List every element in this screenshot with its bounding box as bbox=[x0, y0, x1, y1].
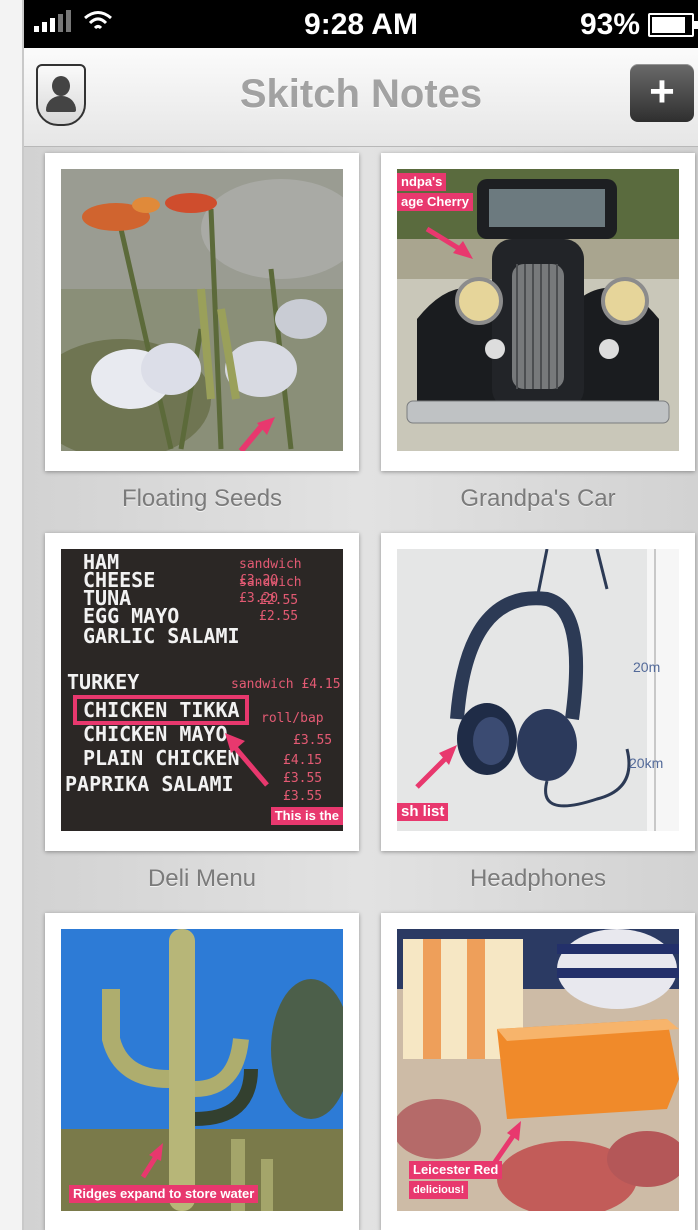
scale-label: 20m bbox=[633, 659, 661, 675]
headphones-photo bbox=[397, 549, 679, 831]
note-thumbnail: HAM CHEESE TUNA EGG MAYO GARLIC SALAMI T… bbox=[61, 549, 343, 831]
annotation-label: ndpa's bbox=[397, 173, 447, 191]
status-bar: 9:28 AM 93% bbox=[24, 0, 698, 48]
note-card-grandpas-car[interactable]: ndpa's age Cherry bbox=[381, 153, 695, 471]
navigation-bar: Skitch Notes + bbox=[24, 48, 698, 147]
menu-markup bbox=[73, 695, 269, 787]
cactus-photo bbox=[61, 929, 343, 1211]
note-caption: Deli Menu bbox=[147, 865, 257, 892]
background-window-edge bbox=[0, 0, 24, 1230]
flowers-photo bbox=[61, 169, 343, 451]
battery-icon bbox=[648, 13, 698, 37]
note-caption: Floating Seeds bbox=[121, 485, 283, 512]
car-photo bbox=[397, 169, 679, 451]
note-thumbnail: 20m 20km sh list bbox=[397, 549, 679, 831]
skitch-notes-screen: 9:28 AM 93% Skitch Notes + ndpa's age Ch… bbox=[24, 0, 698, 1230]
note-card-deli-menu[interactable]: HAM CHEESE TUNA EGG MAYO GARLIC SALAMI T… bbox=[45, 533, 359, 851]
note-card-cactus[interactable]: Ridges expand to store water bbox=[45, 913, 359, 1230]
note-caption: Grandpa's Car bbox=[460, 485, 616, 512]
note-thumbnail: ndpa's age Cherry bbox=[397, 169, 679, 451]
page-title: Skitch Notes bbox=[239, 72, 483, 116]
annotation-label: delicious! bbox=[409, 1181, 469, 1199]
annotation-label: Ridges expand to store water bbox=[69, 1185, 259, 1203]
note-card-floating-seeds[interactable] bbox=[45, 153, 359, 471]
note-card-cheese[interactable]: Leicester Red delicious! bbox=[381, 913, 695, 1230]
scale-label: 20km bbox=[629, 755, 664, 771]
annotation-label: Leicester Red bbox=[409, 1161, 503, 1179]
note-thumbnail: Ridges expand to store water bbox=[61, 929, 343, 1211]
note-thumbnail bbox=[61, 169, 343, 451]
battery-percent: 93% bbox=[579, 8, 640, 41]
status-right: 93% bbox=[579, 8, 698, 42]
annotation-label: age Cherry bbox=[397, 193, 473, 211]
add-note-button[interactable]: + bbox=[630, 64, 694, 122]
note-thumbnail: Leicester Red delicious! bbox=[397, 929, 679, 1211]
annotation-label: sh list bbox=[397, 803, 449, 821]
notes-grid: ndpa's age Cherry Floating Seeds Grandpa… bbox=[24, 147, 698, 1230]
annotation-label: This is the bbox=[270, 807, 343, 825]
note-card-headphones[interactable]: 20m 20km sh list bbox=[381, 533, 695, 851]
note-caption: Headphones bbox=[469, 865, 607, 892]
